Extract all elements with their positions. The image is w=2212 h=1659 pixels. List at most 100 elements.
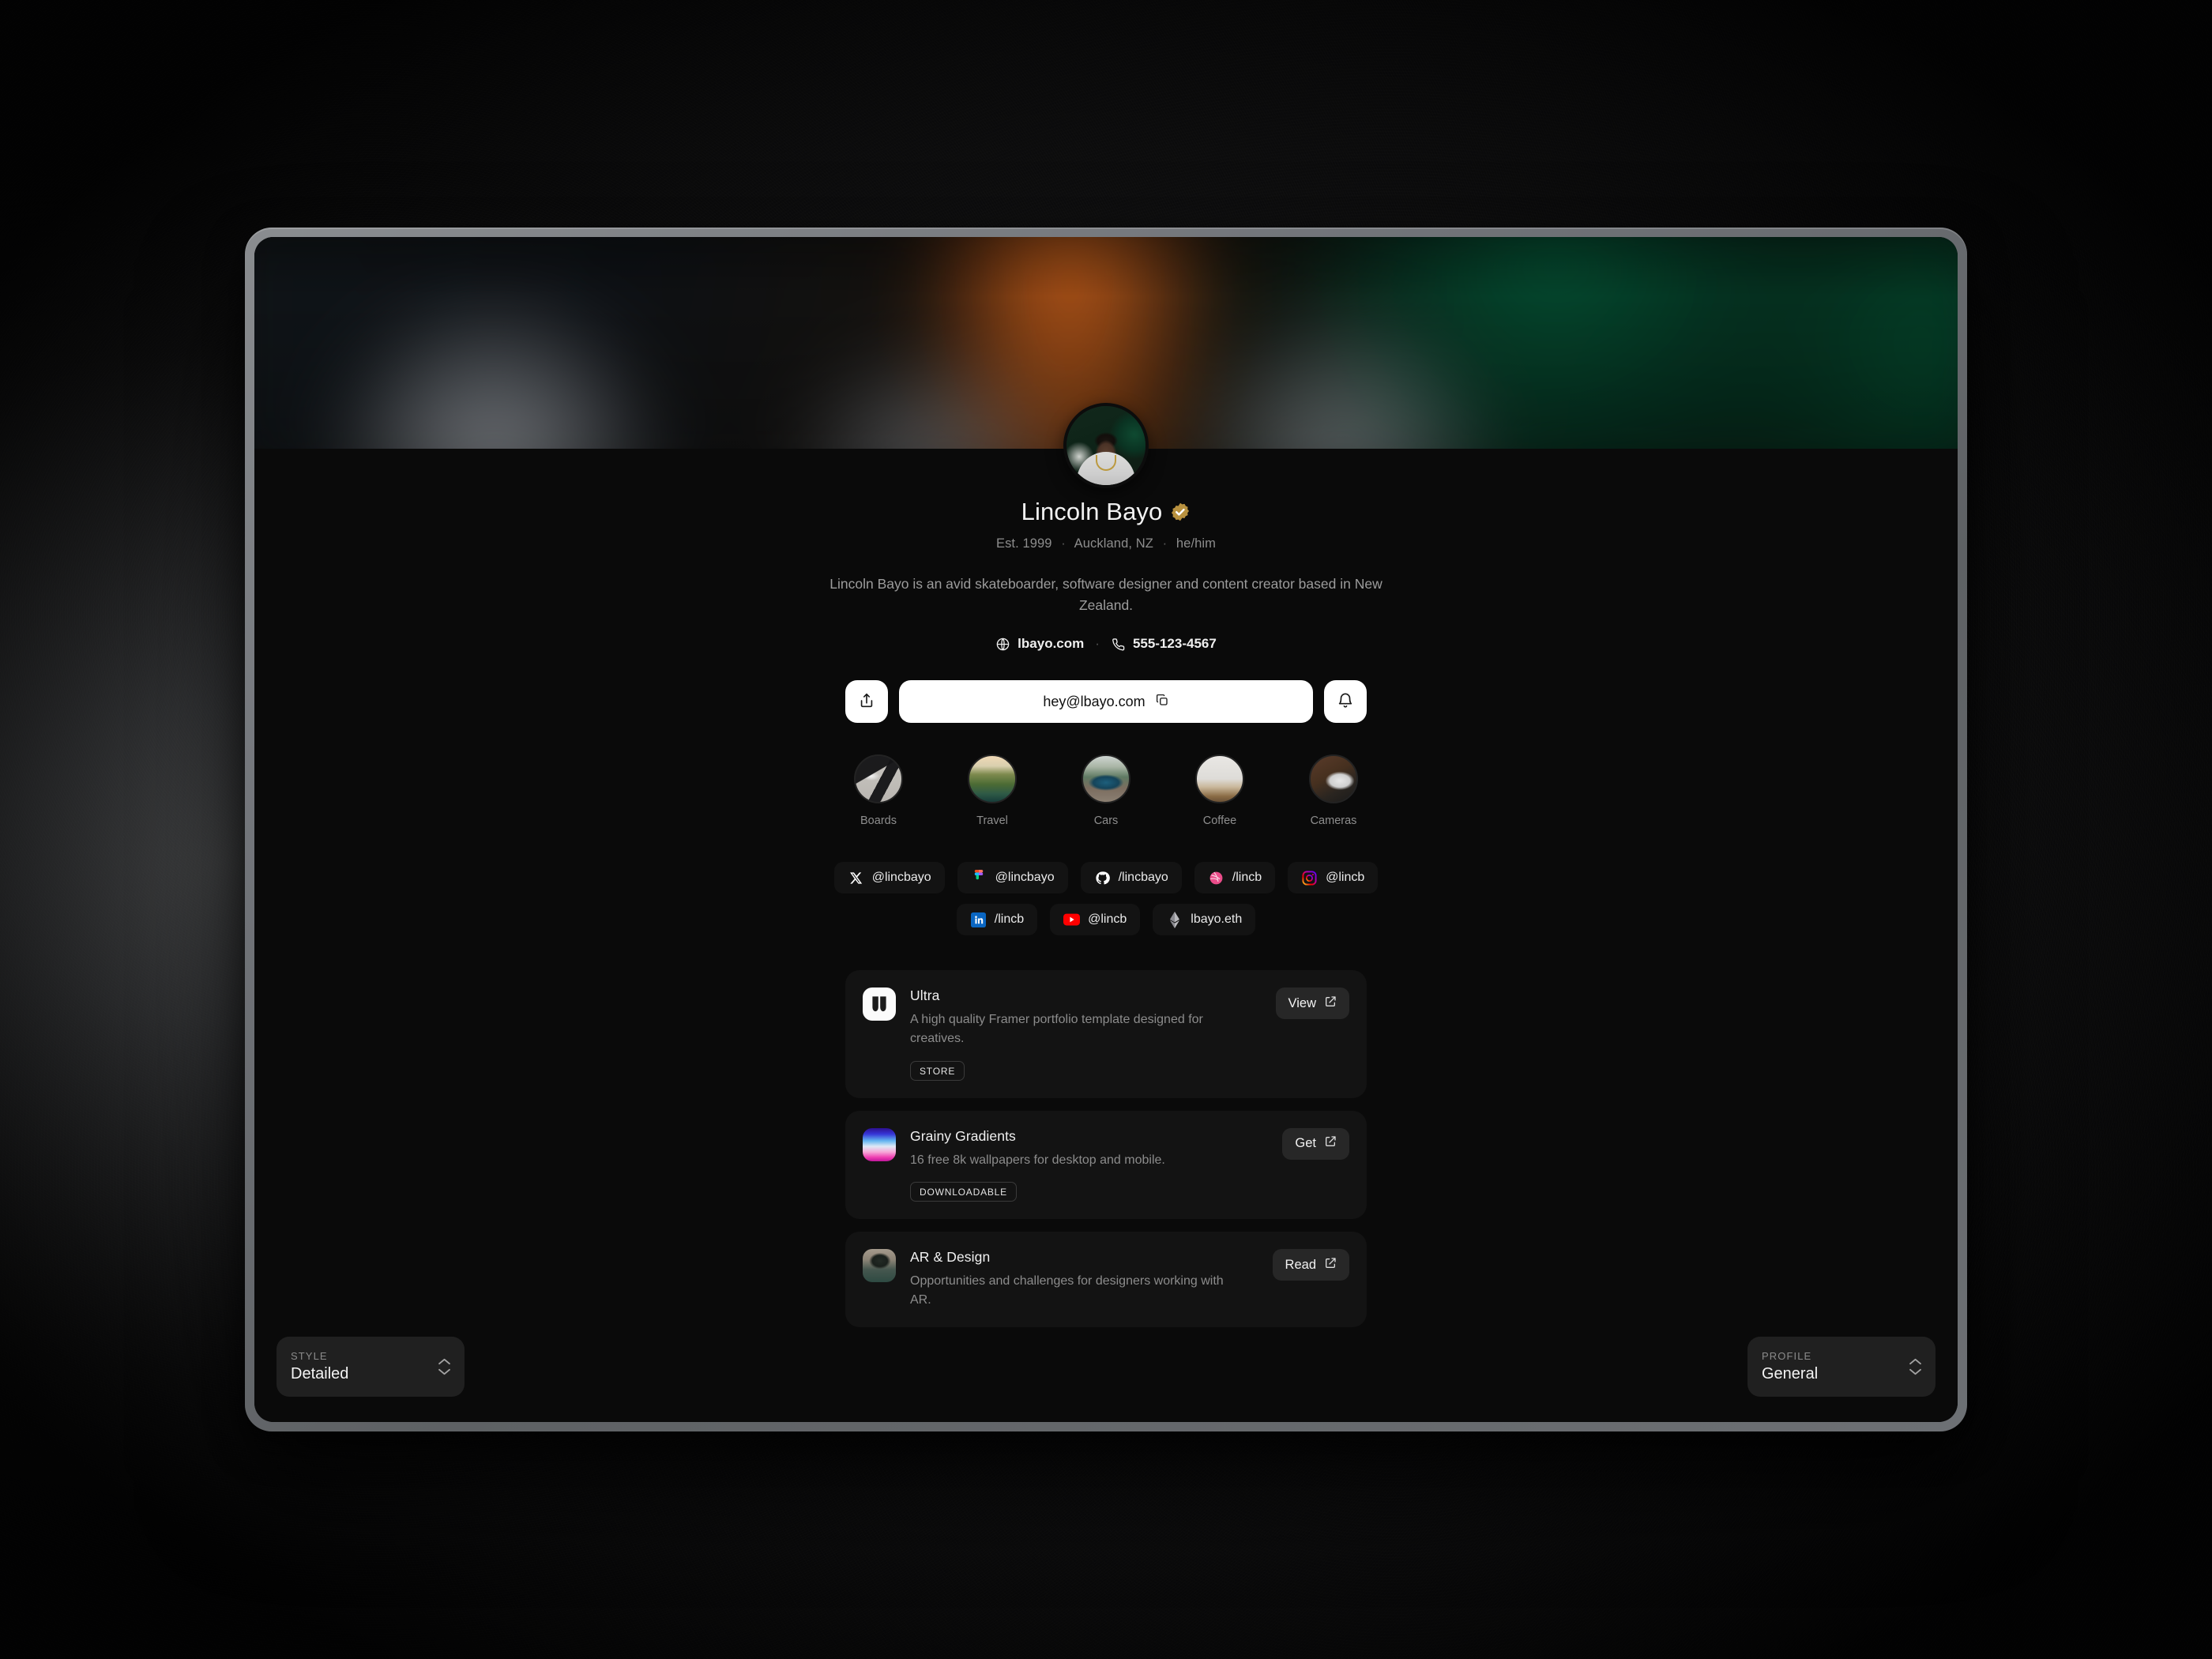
profile-selector-value: General <box>1762 1365 1819 1382</box>
email-text: hey@lbayo.com <box>1043 693 1146 709</box>
content-card[interactable]: Grainy Gradients 16 free 8k wallpapers f… <box>845 1110 1367 1220</box>
contact-line: lbayo.com · 555-123-4567 <box>254 636 1958 652</box>
name-row: Lincoln Bayo <box>254 498 1958 526</box>
phone-link[interactable]: 555-123-4567 <box>1111 636 1217 652</box>
content-card[interactable]: AR & Design Opportunities and challenges… <box>845 1232 1367 1327</box>
figma-icon <box>971 869 988 886</box>
page-title: Lincoln Bayo <box>1021 498 1163 525</box>
social-link-ethereum[interactable]: lbayo.eth <box>1153 904 1256 936</box>
social-link-linkedin[interactable]: /lincb <box>956 904 1038 936</box>
social-handle: /lincb <box>1232 871 1262 885</box>
social-handle: lbayo.eth <box>1191 912 1243 927</box>
phone-icon <box>1111 637 1126 652</box>
ethereum-icon <box>1166 911 1183 928</box>
profile-selector-texts: PROFILE General <box>1762 1350 1909 1383</box>
verified-check-icon <box>1170 502 1191 522</box>
chevron-up-down-icon <box>1909 1358 1921 1375</box>
social-link-instagram[interactable]: @lincb <box>1288 862 1379 894</box>
card-badge: DOWNLOADABLE <box>910 1182 1017 1202</box>
instagram-icon <box>1301 870 1318 886</box>
highlight-label: Boards <box>860 814 897 828</box>
card-action-button[interactable]: Read <box>1272 1249 1349 1281</box>
x-icon <box>848 870 864 886</box>
notify-button[interactable] <box>1324 680 1367 724</box>
highlight-item[interactable]: Travel <box>956 754 1029 827</box>
style-selector-texts: STYLE Detailed <box>291 1350 438 1383</box>
meta-location: Auckland, NZ <box>1074 536 1153 551</box>
highlight-thumbnail <box>1309 754 1358 804</box>
highlight-label: Coffee <box>1202 814 1237 828</box>
content-card[interactable]: Ultra A high quality Framer portfolio te… <box>845 970 1367 1098</box>
youtube-icon <box>1063 912 1081 928</box>
avatar-ring <box>1063 403 1149 488</box>
copy-icon <box>1155 693 1169 711</box>
highlight-item[interactable]: Cameras <box>1297 754 1370 827</box>
meta-separator-1: · <box>1061 536 1066 551</box>
card-body: Grainy Gradients 16 free 8k wallpapers f… <box>910 1128 1268 1202</box>
content-cards: Ultra A high quality Framer portfolio te… <box>845 970 1367 1327</box>
social-links-row: @lincbayo @lincbayo /lincbayo /lincb @li… <box>806 862 1406 936</box>
card-title: Ultra <box>910 988 940 1004</box>
meta-established: Est. 1999 <box>995 536 1052 551</box>
bell-icon <box>1337 692 1354 712</box>
card-description: 16 free 8k wallpapers for desktop and mo… <box>910 1153 1165 1167</box>
email-copy-button[interactable]: hey@lbayo.com <box>899 680 1313 724</box>
linkedin-icon <box>970 912 987 928</box>
social-handle: @lincb <box>1088 912 1127 927</box>
chevron-up-down-icon <box>438 1358 450 1375</box>
card-action-button[interactable]: View <box>1275 988 1349 1020</box>
meta-pronouns: he/him <box>1176 536 1217 551</box>
card-action-button[interactable]: Get <box>1282 1127 1349 1160</box>
highlights-row: Boards Travel Cars Coffee Cameras <box>254 754 1958 827</box>
social-link-figma[interactable]: @lincbayo <box>957 862 1068 894</box>
card-button-label: Get <box>1295 1136 1316 1151</box>
website-text: lbayo.com <box>1018 636 1085 652</box>
external-link-icon <box>1324 1135 1337 1152</box>
card-button-label: Read <box>1285 1257 1316 1272</box>
phone-text: 555-123-4567 <box>1132 636 1217 652</box>
style-selector[interactable]: STYLE Detailed <box>276 1337 465 1397</box>
social-handle: /lincbayo <box>1118 871 1168 885</box>
card-body: Ultra A high quality Framer portfolio te… <box>910 988 1262 1081</box>
card-button-label: View <box>1288 995 1316 1010</box>
highlight-thumbnail <box>854 754 903 804</box>
action-bar: hey@lbayo.com <box>845 680 1367 724</box>
social-link-dribbble[interactable]: /lincb <box>1194 862 1276 894</box>
card-title: Grainy Gradients <box>910 1127 1016 1144</box>
profile-meta: Est. 1999 · Auckland, NZ · he/him <box>254 536 1958 551</box>
github-icon <box>1094 870 1111 886</box>
contact-separator: · <box>1095 636 1100 652</box>
avatar[interactable] <box>1063 403 1149 488</box>
device-window-frame: Lincoln Bayo Est. 1999 · Auckland, NZ · <box>245 228 1967 1431</box>
dribbble-icon <box>1208 870 1224 886</box>
highlight-label: Travel <box>976 814 1008 828</box>
highlight-label: Cameras <box>1310 814 1357 828</box>
profile-body: Lincoln Bayo Est. 1999 · Auckland, NZ · <box>254 403 1958 1422</box>
share-icon <box>858 692 875 712</box>
social-handle: @lincbayo <box>995 871 1055 885</box>
profile-selector-label: PROFILE <box>1762 1350 1812 1362</box>
desktop-backdrop: Lincoln Bayo Est. 1999 · Auckland, NZ · <box>0 0 2212 1659</box>
meta-separator-2: · <box>1162 536 1168 551</box>
style-selector-value: Detailed <box>291 1365 349 1382</box>
share-button[interactable] <box>845 680 888 724</box>
profile-bio: Lincoln Bayo is an avid skateboarder, so… <box>830 576 1382 613</box>
external-link-icon <box>1324 995 1337 1012</box>
gradient-thumbnail <box>863 1127 896 1161</box>
social-link-youtube[interactable]: @lincb <box>1050 904 1141 936</box>
card-title: AR & Design <box>910 1249 991 1266</box>
card-badge: STORE <box>910 1060 965 1081</box>
social-link-github[interactable]: /lincbayo <box>1080 862 1182 894</box>
style-selector-label: STYLE <box>291 1350 328 1362</box>
social-handle: @lincbayo <box>871 871 931 885</box>
social-handle: /lincb <box>994 912 1025 927</box>
highlight-item[interactable]: Coffee <box>1183 754 1256 827</box>
highlight-thumbnail <box>968 754 1017 804</box>
ar-photo-thumbnail <box>863 1249 896 1283</box>
website-link[interactable]: lbayo.com <box>995 636 1084 652</box>
profile-selector[interactable]: PROFILE General <box>1747 1337 1936 1397</box>
social-link-x[interactable]: @lincbayo <box>833 862 945 894</box>
highlight-item[interactable]: Cars <box>1070 754 1142 827</box>
highlight-item[interactable]: Boards <box>842 754 915 827</box>
external-link-icon <box>1324 1257 1337 1273</box>
